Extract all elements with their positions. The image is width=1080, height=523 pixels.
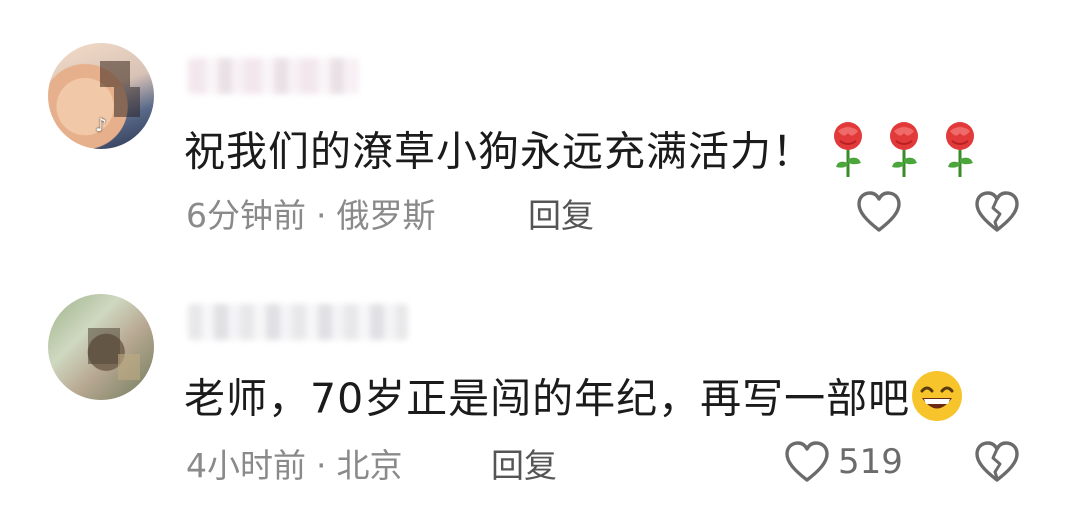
comment-time: 6分钟前 xyxy=(186,196,306,235)
comment-item: 老师，70岁正是闯的年纪，再写一部吧 4小时前 · 北京 回复 519 xyxy=(0,262,1080,523)
broken-heart-icon xyxy=(975,441,1019,482)
comment-meta: 4小时前 · 北京 xyxy=(186,446,403,486)
comment-location: 俄罗斯 xyxy=(336,196,436,235)
comment-text: 祝我们的潦草小狗永远充满活力！ xyxy=(184,119,996,190)
reply-button[interactable]: 回复 xyxy=(491,446,557,486)
meta-separator: · xyxy=(316,196,327,235)
dislike-button[interactable] xyxy=(974,440,1020,488)
heart-outline-icon xyxy=(785,441,829,482)
avatar[interactable]: ♪ xyxy=(48,43,154,149)
grinning-face-emoji xyxy=(910,369,964,434)
comment-text-content: 老师，70岁正是闯的年纪，再写一部吧 xyxy=(184,374,911,423)
heart-outline-icon xyxy=(857,191,901,232)
comment-text: 老师，70岁正是闯的年纪，再写一部吧 xyxy=(184,369,964,434)
username-blurred[interactable] xyxy=(188,58,358,94)
reply-button[interactable]: 回复 xyxy=(528,196,594,236)
tiktok-logo-icon: ♪ xyxy=(95,115,107,136)
like-button[interactable]: 519 xyxy=(784,440,903,484)
broken-heart-icon xyxy=(975,191,1019,232)
rose-emoji xyxy=(828,119,996,190)
comment-meta: 6分钟前 · 俄罗斯 xyxy=(186,196,436,236)
meta-separator: · xyxy=(316,446,327,485)
comment-item: ♪ 祝我们的潦草小狗永远充满活力！ 6分钟前 · 俄罗斯 回复 xyxy=(0,0,1080,262)
dislike-button[interactable] xyxy=(974,190,1020,238)
username-blurred[interactable] xyxy=(188,304,408,340)
comment-location: 北京 xyxy=(336,446,403,485)
like-count: 519 xyxy=(838,442,903,482)
comment-time: 4小时前 xyxy=(186,446,306,485)
like-button[interactable] xyxy=(856,190,910,234)
avatar[interactable] xyxy=(48,294,154,400)
comment-text-content: 祝我们的潦草小狗永远充满活力！ xyxy=(184,127,814,176)
